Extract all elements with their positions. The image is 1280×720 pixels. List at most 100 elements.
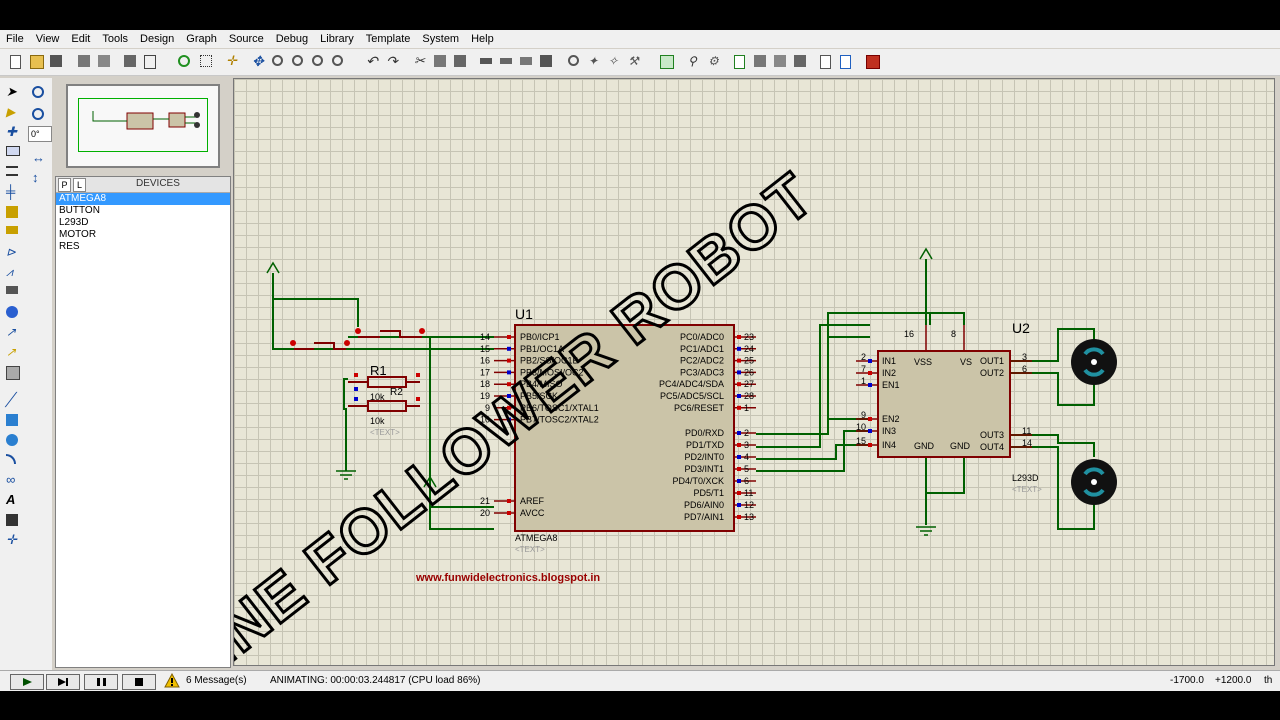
power-terminal[interactable] xyxy=(919,247,933,260)
grid-toggle-icon[interactable] xyxy=(198,53,214,69)
rotate-anticlockwise-icon[interactable] xyxy=(30,106,46,122)
undo-icon[interactable]: ↶ xyxy=(364,53,380,69)
device-item[interactable]: BUTTON xyxy=(56,205,230,217)
zoom-in-icon[interactable] xyxy=(270,53,286,69)
graph-mode-icon[interactable]: ⩘ xyxy=(4,264,20,280)
marker-tool-icon[interactable]: ✛ xyxy=(4,532,20,548)
menu-library[interactable]: Library xyxy=(314,30,360,48)
text-tool-icon[interactable]: A xyxy=(4,492,20,508)
netlist-icon[interactable] xyxy=(818,53,834,69)
arc-tool-icon[interactable] xyxy=(4,452,20,468)
wire[interactable] xyxy=(756,312,870,435)
junction-dot-icon[interactable]: ✚ xyxy=(4,124,20,140)
cut-icon[interactable]: ✂ xyxy=(412,53,428,69)
menu-graph[interactable]: Graph xyxy=(180,30,223,48)
open-folder-icon[interactable] xyxy=(28,53,44,69)
device-item[interactable]: RES xyxy=(56,241,230,253)
new-file-icon[interactable] xyxy=(8,53,24,69)
device-item[interactable]: ATMEGA8 xyxy=(56,193,230,205)
exit-to-parent-icon[interactable] xyxy=(772,53,788,69)
device-item[interactable]: L293D xyxy=(56,217,230,229)
play-button[interactable] xyxy=(10,674,44,690)
circle-tool-icon[interactable] xyxy=(4,432,20,448)
menu-source[interactable]: Source xyxy=(223,30,270,48)
current-probe-icon[interactable]: ↗ xyxy=(4,344,20,360)
zoom-out-icon[interactable] xyxy=(290,53,306,69)
redo-icon[interactable]: ↷ xyxy=(384,53,400,69)
text-script-icon[interactable] xyxy=(4,164,20,180)
device-item[interactable]: MOTOR xyxy=(56,229,230,241)
mirror-vertical-icon[interactable]: ↕ xyxy=(30,170,46,186)
button-switch-1[interactable] xyxy=(290,340,350,350)
wire-autorouter-icon[interactable] xyxy=(658,53,674,69)
electrical-rule-check-icon[interactable] xyxy=(838,53,854,69)
button-switch-2[interactable] xyxy=(355,328,425,338)
step-button[interactable] xyxy=(46,674,80,690)
voltage-probe-icon[interactable]: ↗ xyxy=(4,324,20,340)
search-tag-icon[interactable]: ⚲ xyxy=(686,53,702,69)
pan-icon[interactable]: ✥ xyxy=(250,53,266,69)
wire-label-icon[interactable] xyxy=(4,144,20,160)
pick-devices-button[interactable]: P xyxy=(58,178,71,192)
sub-circuit-icon[interactable] xyxy=(4,204,20,220)
block-delete-icon[interactable] xyxy=(538,53,554,69)
selection-mode-icon[interactable]: ➤ xyxy=(4,84,20,100)
decompose-icon[interactable]: ⚒ xyxy=(626,53,642,69)
power-terminal[interactable] xyxy=(266,261,280,274)
wire[interactable] xyxy=(756,430,870,472)
wire[interactable] xyxy=(273,298,359,327)
messages-count[interactable]: 6 Message(s) xyxy=(186,675,247,686)
pick-device-icon[interactable] xyxy=(566,53,582,69)
mirror-horizontal-icon[interactable]: ↔ xyxy=(30,150,46,166)
symbol-tool-icon[interactable] xyxy=(4,512,20,528)
zoom-area-icon[interactable] xyxy=(330,53,346,69)
wire[interactable] xyxy=(343,378,348,471)
block-rotate-icon[interactable] xyxy=(518,53,534,69)
print-area-icon[interactable] xyxy=(142,53,158,69)
print-icon[interactable] xyxy=(122,53,138,69)
path-tool-icon[interactable]: ∞ xyxy=(4,472,20,488)
bill-of-materials-icon[interactable] xyxy=(792,53,808,69)
schematic-canvas[interactable]: R1 10k R2 10k <TEXT> U1 ATMEGA8 <TEXT> 1… xyxy=(233,78,1275,666)
library-manager-button[interactable]: L xyxy=(73,178,86,192)
block-copy-icon[interactable] xyxy=(478,53,494,69)
buses-icon[interactable]: ╪ xyxy=(4,184,20,200)
menu-view[interactable]: View xyxy=(30,30,66,48)
box-tool-icon[interactable] xyxy=(4,412,20,428)
rotate-clockwise-icon[interactable] xyxy=(30,84,46,100)
remove-sheet-icon[interactable] xyxy=(752,53,768,69)
make-device-icon[interactable]: ✦ xyxy=(586,53,602,69)
terminals-icon[interactable] xyxy=(4,224,20,240)
wire[interactable] xyxy=(828,312,931,325)
save-icon[interactable] xyxy=(48,53,64,69)
wire[interactable] xyxy=(756,324,870,448)
ground-terminal[interactable] xyxy=(916,526,936,536)
device-pins-icon[interactable]: ⊳ xyxy=(4,244,20,260)
wire[interactable] xyxy=(926,312,965,325)
rotation-angle-input[interactable]: 0° xyxy=(28,126,52,142)
virtual-instruments-icon[interactable] xyxy=(4,364,20,380)
stop-button[interactable] xyxy=(122,674,156,690)
menu-system[interactable]: System xyxy=(416,30,465,48)
overview-window[interactable] xyxy=(66,84,220,168)
ares-icon[interactable] xyxy=(864,53,880,69)
copy-icon[interactable] xyxy=(432,53,448,69)
import-icon[interactable] xyxy=(76,53,92,69)
wire[interactable] xyxy=(925,457,965,494)
refresh-icon[interactable] xyxy=(176,53,192,69)
menu-help[interactable]: Help xyxy=(465,30,500,48)
menu-edit[interactable]: Edit xyxy=(65,30,96,48)
packaging-tool-icon[interactable]: ✧ xyxy=(606,53,622,69)
new-sheet-icon[interactable] xyxy=(732,53,748,69)
pause-button[interactable] xyxy=(84,674,118,690)
property-tool-icon[interactable]: ⚙ xyxy=(706,53,722,69)
paste-icon[interactable] xyxy=(452,53,468,69)
motor-1[interactable] xyxy=(1071,339,1117,385)
motor-2[interactable] xyxy=(1071,459,1117,505)
menu-design[interactable]: Design xyxy=(134,30,180,48)
component-mode-icon[interactable]: ▶ xyxy=(4,104,20,120)
block-move-icon[interactable] xyxy=(498,53,514,69)
ground-terminal[interactable] xyxy=(336,470,356,480)
export-icon[interactable] xyxy=(96,53,112,69)
menu-debug[interactable]: Debug xyxy=(270,30,314,48)
